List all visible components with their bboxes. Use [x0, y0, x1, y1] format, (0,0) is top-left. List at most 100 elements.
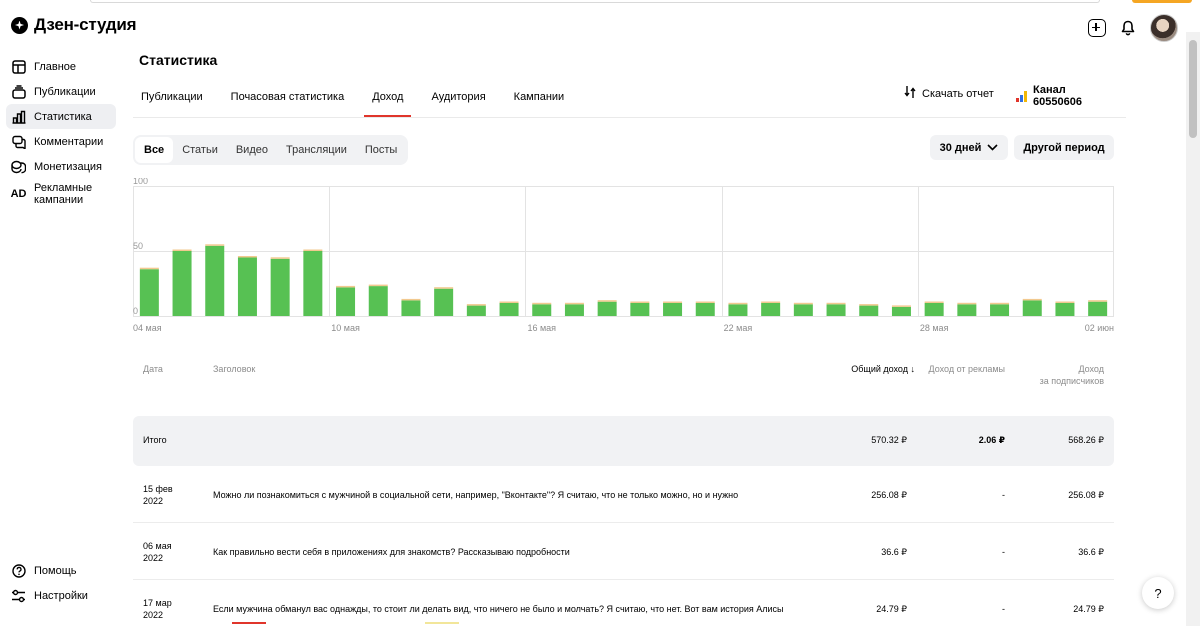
y-tick-label: 0 — [133, 306, 138, 316]
col-subs-header-2[interactable]: за подписчиков — [1005, 376, 1104, 386]
tabs-divider — [133, 117, 1126, 118]
help-icon — [11, 563, 26, 578]
y-tick-label: 50 — [133, 241, 143, 251]
chart-bar-cap — [564, 302, 584, 305]
filter-all[interactable]: Все — [135, 137, 174, 163]
chart-bar — [532, 304, 552, 316]
total-ads-income: 2.06 ₽ — [978, 435, 1005, 445]
sidebar-item-comments[interactable]: Комментарии — [6, 129, 116, 154]
sidebar-item-statistics[interactable]: Статистика — [6, 104, 116, 129]
help-fab-button[interactable]: ? — [1142, 577, 1174, 609]
other-period-button[interactable]: Другой период — [1014, 135, 1114, 160]
sidebar-item-help[interactable]: Помощь — [6, 558, 116, 583]
content-type-filter: Все Статьи Видео Трансляции Посты — [133, 135, 409, 165]
chart-bar — [172, 251, 192, 316]
channel-info[interactable]: Канал 60550606 — [1016, 84, 1114, 108]
table-row[interactable]: 06 мая 2022 Как правильно вести себя в п… — [133, 523, 1114, 580]
sidebar-item-monetization[interactable]: Монетизация — [6, 154, 116, 179]
tab-income[interactable]: Доход — [364, 89, 412, 117]
sidebar-item-settings[interactable]: Настройки — [6, 583, 116, 608]
table-row[interactable]: 17 мар 2022 Если мужчина обманул вас одн… — [133, 580, 1114, 637]
chart-bar — [826, 304, 846, 316]
sidebar-item-label: Рекламные кампании — [34, 182, 93, 206]
row-title[interactable]: Можно ли познакомиться с мужчиной в соци… — [213, 490, 738, 500]
chart-bar-cap — [957, 302, 977, 305]
row-subs: 256.08 ₽ — [1068, 490, 1104, 500]
row-ads: - — [1002, 604, 1005, 614]
channel-chart-icon — [1016, 90, 1027, 102]
add-content-icon[interactable] — [1088, 19, 1106, 37]
chart-bar-cap — [924, 301, 944, 303]
row-total: 24.79 ₽ — [876, 604, 907, 614]
filter-articles[interactable]: Статьи — [173, 137, 227, 163]
chart-bar-cap — [499, 301, 519, 303]
page-title: Статистика — [139, 52, 218, 68]
sidebar-item-ad-campaigns[interactable]: AD Рекламные кампании — [6, 179, 116, 209]
total-income: 570.32 ₽ — [871, 435, 907, 445]
chart-bar-cap — [826, 302, 846, 305]
main-content: Статистика Публикации Почасовая статисти… — [133, 52, 1126, 620]
filter-posts[interactable]: Посты — [356, 137, 406, 163]
y-tick-label: 100 — [133, 178, 148, 186]
download-report-icon — [904, 85, 916, 102]
row-title[interactable]: Если мужчина обманул вас однажды, то сто… — [213, 604, 783, 614]
sidebar-item-publications[interactable]: Публикации — [6, 79, 116, 104]
bottom-edge-strip — [0, 622, 1186, 626]
browser-frame-edge — [90, 0, 1100, 3]
col-date-header[interactable]: Дата — [143, 364, 163, 374]
chart-bar — [303, 251, 323, 316]
total-subs-income: 568.26 ₽ — [1068, 435, 1104, 445]
row-ads: - — [1002, 547, 1005, 557]
filter-broadcasts[interactable]: Трансляции — [277, 137, 356, 163]
chart-bar-cap — [139, 267, 159, 270]
col-total-header[interactable]: Общий доход ↓ — [823, 364, 915, 374]
top-actions — [1088, 14, 1178, 42]
chart-bar — [205, 245, 225, 316]
row-ads: - — [1002, 490, 1005, 500]
download-report-label: Скачать отчет — [922, 87, 994, 100]
browser-top-strip — [0, 0, 1200, 6]
row-title[interactable]: Как правильно вести себя в приложениях д… — [213, 547, 570, 557]
monetization-icon — [11, 159, 26, 174]
chart-bar — [728, 304, 748, 316]
row-date: 06 мая — [143, 541, 172, 551]
sidebar-item-home[interactable]: Главное — [6, 54, 116, 79]
sidebar-item-label: Комментарии — [34, 135, 104, 148]
chart-bar-cap — [728, 302, 748, 305]
chart-bar — [270, 258, 290, 316]
chart-bar — [434, 288, 454, 316]
chart-bar-cap — [532, 302, 552, 305]
chart-bar-cap — [1022, 298, 1042, 301]
row-subs: 36.6 ₽ — [1078, 547, 1104, 557]
app-title: Дзен-студия — [34, 15, 137, 34]
income-chart: 100 50 0 04 мая 10 мая 16 мая 22 мая 28 мая 02 и… — [133, 176, 1114, 338]
tab-hourly-stats[interactable]: Почасовая статистика — [223, 89, 353, 117]
avatar[interactable] — [1150, 14, 1178, 42]
tab-campaigns[interactable]: Кампании — [506, 89, 573, 117]
chart-bar-cap — [434, 287, 454, 289]
bell-icon[interactable] — [1120, 19, 1136, 37]
chart-bar-cap — [172, 249, 192, 251]
table-row[interactable]: 15 фев 2022 Можно ли познакомиться с муж… — [133, 466, 1114, 523]
app-logo[interactable]: Дзен-студия — [11, 15, 137, 35]
chart-bar-cap — [990, 302, 1010, 305]
tab-publications[interactable]: Публикации — [133, 89, 211, 117]
chart-bar — [695, 303, 715, 316]
page-scrollbar[interactable] — [1186, 32, 1200, 626]
row-year: 2022 — [143, 610, 164, 620]
scrollbar-thumb[interactable] — [1189, 40, 1197, 138]
chart-bar-cap — [891, 305, 911, 307]
chart-bar-cap — [303, 249, 323, 251]
tab-audience[interactable]: Аудитория — [423, 89, 493, 117]
filter-video[interactable]: Видео — [227, 137, 277, 163]
sidebar-item-label: Публикации — [34, 85, 96, 98]
chart-bar — [368, 286, 388, 316]
ad-icon: AD — [10, 188, 27, 200]
col-ads-header[interactable]: Доход от рекламы — [915, 364, 1005, 374]
period-dropdown[interactable]: 30 дней — [930, 135, 1008, 160]
download-report-button[interactable]: Скачать отчет — [904, 85, 994, 102]
sidebar-bottom: Помощь Настройки — [6, 558, 116, 608]
home-icon — [11, 59, 26, 74]
publications-icon — [11, 84, 26, 99]
col-subs-header-1[interactable]: Доход — [1005, 364, 1104, 374]
